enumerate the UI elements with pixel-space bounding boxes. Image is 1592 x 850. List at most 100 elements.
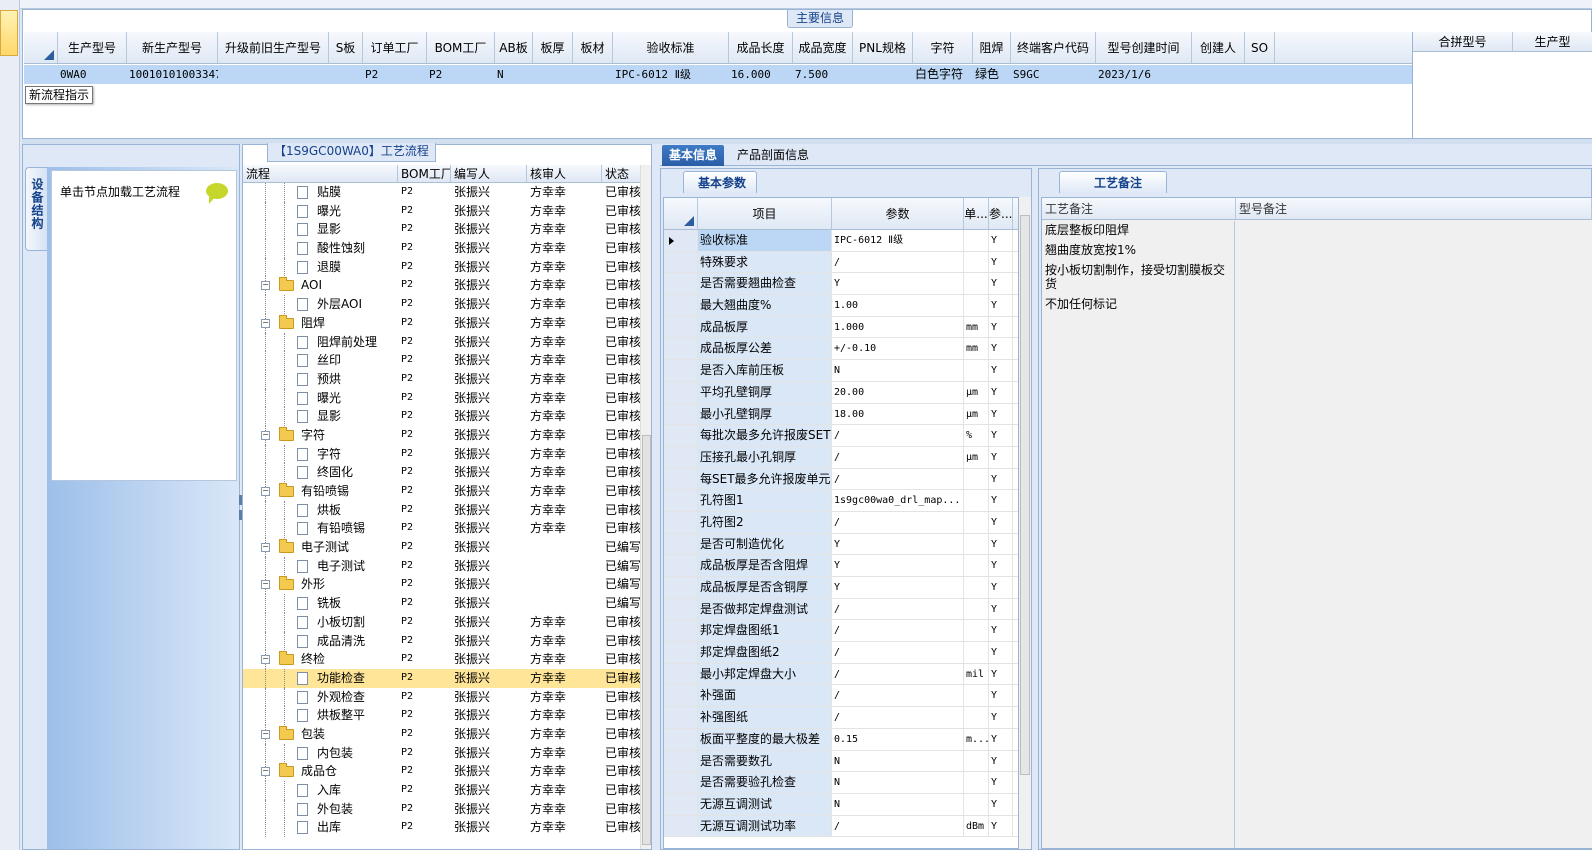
cell[interactable]: 16.000 [729,65,793,84]
load-process-item[interactable]: 单击节点加载工艺流程 [60,181,232,204]
param-row[interactable]: 补强图纸 / Y [664,707,1018,729]
process-column-header[interactable]: 状态 [602,165,641,182]
process-node[interactable]: 成品清洗 [243,631,398,651]
process-row[interactable]: 字符 P2 张振兴 方幸幸 已审核 [243,444,641,464]
param-value-cell[interactable]: / [832,620,964,642]
param-value-cell[interactable]: Y [832,273,964,295]
process-row[interactable]: 铣板 P2 张振兴 已编写 [243,594,641,613]
cell[interactable]: IPC-6012 Ⅱ级 [613,65,729,84]
collapse-icon[interactable]: − [261,487,270,496]
param-value-cell[interactable]: / [832,446,964,468]
process-row[interactable]: − 阻焊 P2 张振兴 方幸幸 已审核 [243,313,641,333]
param-row[interactable]: 成品板厚公差 +/-0.10 mm Y [664,338,1018,361]
param-row[interactable]: 最大翘曲度% 1.00 Y [664,295,1018,317]
process-node[interactable]: 烘板整平 [243,706,398,725]
param-row[interactable]: 板面平整度的最大极差 0.15 m... Y [664,728,1018,751]
param-value-cell[interactable]: / [832,511,964,533]
process-node[interactable]: − 终检 [243,650,398,669]
process-notes-text[interactable]: 底层整板印阻焊 翘曲度放宽按1% 按小板切割制作，接受切割膜板交货 不加任何标记 [1042,221,1235,848]
param-value-cell[interactable]: 1.000 [832,316,964,338]
merge-column-header[interactable]: 生产型 [1513,32,1592,51]
collapse-icon[interactable]: − [261,729,270,739]
column-header[interactable]: 生产型号 [58,32,127,63]
process-scrollbar[interactable] [640,165,651,849]
cell[interactable]: 白色字符 [913,65,973,84]
param-row[interactable]: 是否需要验孔检查 N Y [664,772,1018,794]
process-column-header[interactable]: 编写人 [451,165,527,182]
column-header[interactable]: 订单工厂 [363,32,427,63]
param-row[interactable]: 邦定焊盘图纸2/ Y [664,642,1018,664]
process-node[interactable]: − AOI [243,276,398,296]
param-value-cell[interactable]: / [832,642,964,663]
collapse-icon[interactable]: − [261,430,270,440]
process-row[interactable]: 小板切割 P2 张振兴 方幸幸 已审核 [243,612,641,632]
param-row[interactable]: 成品板厚 1.000 mm Y [664,316,1018,339]
process-node[interactable]: 预烘 [243,369,398,389]
process-node[interactable]: 贴膜 [243,183,398,202]
process-node[interactable]: − 包装 [243,724,398,744]
merge-column-header[interactable]: 合拼型号 [1413,32,1513,51]
param-row[interactable]: 压接孔最小孔铜厚 / μm Y [664,446,1018,469]
param-value-cell[interactable]: N [832,793,964,815]
column-header[interactable]: 新生产型号 [127,32,218,63]
param-value-cell[interactable]: N [832,750,964,772]
process-node[interactable]: 终固化 [243,463,398,482]
process-node[interactable]: 退膜 [243,257,398,277]
param-row[interactable]: 是否需要翘曲检查 Y Y [664,273,1018,296]
column-header[interactable]: 阻焊 [973,32,1011,63]
column-header[interactable]: 型号创建时间 [1096,32,1192,63]
tab-process-notes[interactable]: 工艺备注 [1059,171,1168,193]
tab-basic-params[interactable]: 基本参数 [683,171,758,193]
process-row[interactable]: − 终检 P2 张振兴 方幸幸 已审核 [243,650,641,669]
process-node[interactable]: − 电子测试 [243,538,398,557]
process-node[interactable]: 电子测试 [243,556,398,576]
param-value-cell[interactable]: / [832,425,964,446]
param-value-cell[interactable]: Y [832,577,964,598]
cell[interactable] [573,65,613,84]
process-node[interactable]: 曝光 [243,388,398,408]
column-header[interactable]: 创建人 [1192,32,1245,63]
process-row[interactable]: 丝印 P2 张振兴 方幸幸 已审核 [243,351,641,370]
param-row[interactable]: 每SET最多允许报废单元 / Y [664,468,1018,491]
param-row[interactable]: 最小邦定焊盘大小 / mil Y [664,663,1018,686]
process-row[interactable]: 有铅喷锡 P2 张振兴 方幸幸 已审核 [243,519,641,539]
collapse-icon[interactable]: − [261,580,270,590]
param-value-cell[interactable]: / [832,468,964,490]
left-edge-tab[interactable] [0,10,18,56]
params-scrollbar-thumb[interactable] [1020,215,1030,775]
param-row[interactable]: 是否做邦定焊盘测试 / Y [664,598,1018,621]
process-node[interactable]: 入库 [243,781,398,800]
process-node[interactable]: − 有铅喷锡 [243,482,398,501]
process-node[interactable]: 曝光 [243,201,398,221]
cell[interactable] [853,65,913,84]
process-node[interactable]: − 成品仓 [243,762,398,781]
tab-product-profile[interactable]: 产品剖面信息 [730,145,816,166]
process-row[interactable]: 烘板 P2 张振兴 方幸幸 已审核 [243,500,641,520]
cell[interactable] [218,65,329,84]
param-value-cell[interactable]: / [832,251,964,273]
cell[interactable] [533,65,573,84]
cell[interactable]: 2023/1/6 [1096,65,1192,84]
param-value-cell[interactable]: 20.00 [832,381,964,403]
process-row[interactable]: 曝光 P2 张振兴 方幸幸 已审核 [243,388,641,408]
main-grid-row[interactable]: 0WA0 10010101003347 P2 P2 N IPC-6012 Ⅱ级 16.000… [24,65,1412,84]
process-node[interactable]: 烘板 [243,500,398,520]
param-row[interactable]: 孔符图2/ Y [664,511,1018,534]
column-header[interactable]: 终端客户代码 [1011,32,1096,63]
process-row[interactable]: 阻焊前处理 P2 张振兴 方幸幸 已审核 [243,332,641,352]
column-header[interactable]: 验收标准 [613,32,729,63]
process-node[interactable]: 铣板 [243,594,398,613]
process-row[interactable]: 外包装 P2 张振兴 方幸幸 已审核 [243,799,641,819]
process-node[interactable]: 显影 [243,407,398,426]
process-node[interactable]: − 阻焊 [243,313,398,333]
cell[interactable]: N [495,65,533,84]
param-value-cell[interactable]: +/-0.10 [832,338,964,360]
process-node[interactable]: 有铅喷锡 [243,519,398,539]
cell[interactable]: 10010101003347 [127,65,218,84]
process-row[interactable]: 显影 P2 张振兴 方幸幸 已审核 [243,220,641,240]
tab-basic-info[interactable]: 基本信息 [662,145,725,166]
process-row[interactable]: 预烘 P2 张振兴 方幸幸 已审核 [243,369,641,389]
param-row[interactable]: 是否需要数孔 N Y [664,750,1018,773]
process-row[interactable]: 入库 P2 张振兴 方幸幸 已审核 [243,781,641,800]
column-header[interactable]: 成品宽度 [793,32,853,63]
